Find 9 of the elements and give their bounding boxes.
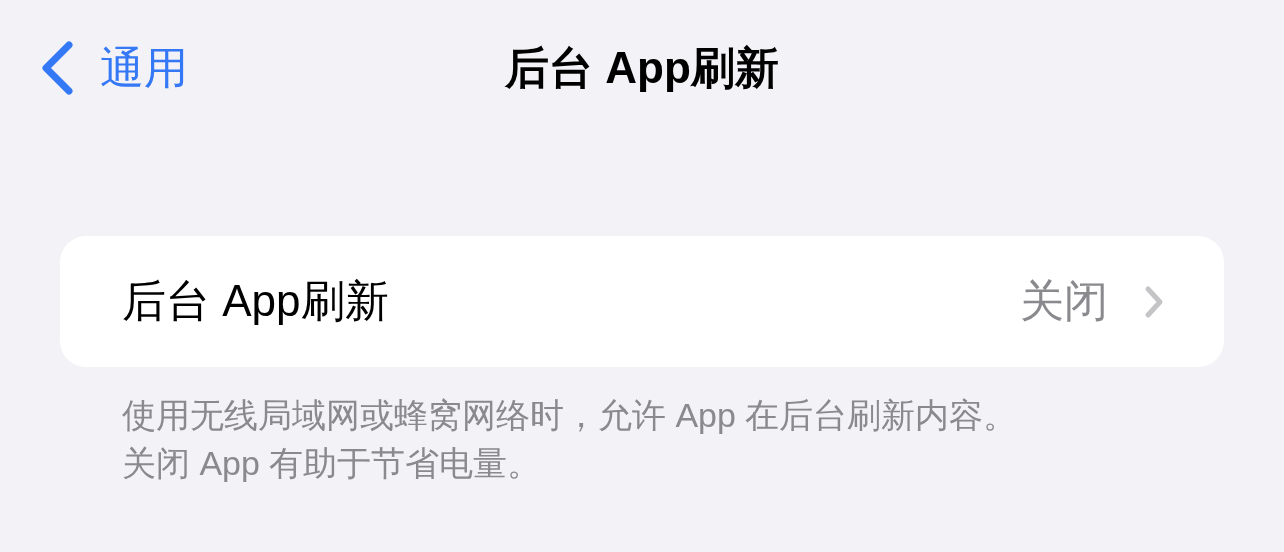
footer-text: 使用无线局域网或蜂窝网络时，允许 App 在后台刷新内容。 (122, 395, 1019, 436)
footer-text: 关闭 App 有助于节省电量。 (122, 443, 543, 484)
row-value: 关闭 (1020, 275, 1108, 327)
nav-title: 后台 App刷新 (505, 41, 779, 94)
back-chevron-icon (40, 41, 74, 95)
settings-row[interactable]: 后台 App刷新 关闭 (60, 236, 1224, 367)
back-button[interactable]: 通用 (40, 38, 188, 98)
row-label: 后台 App刷新 (122, 275, 390, 327)
disclosure-chevron-icon (1144, 284, 1164, 319)
